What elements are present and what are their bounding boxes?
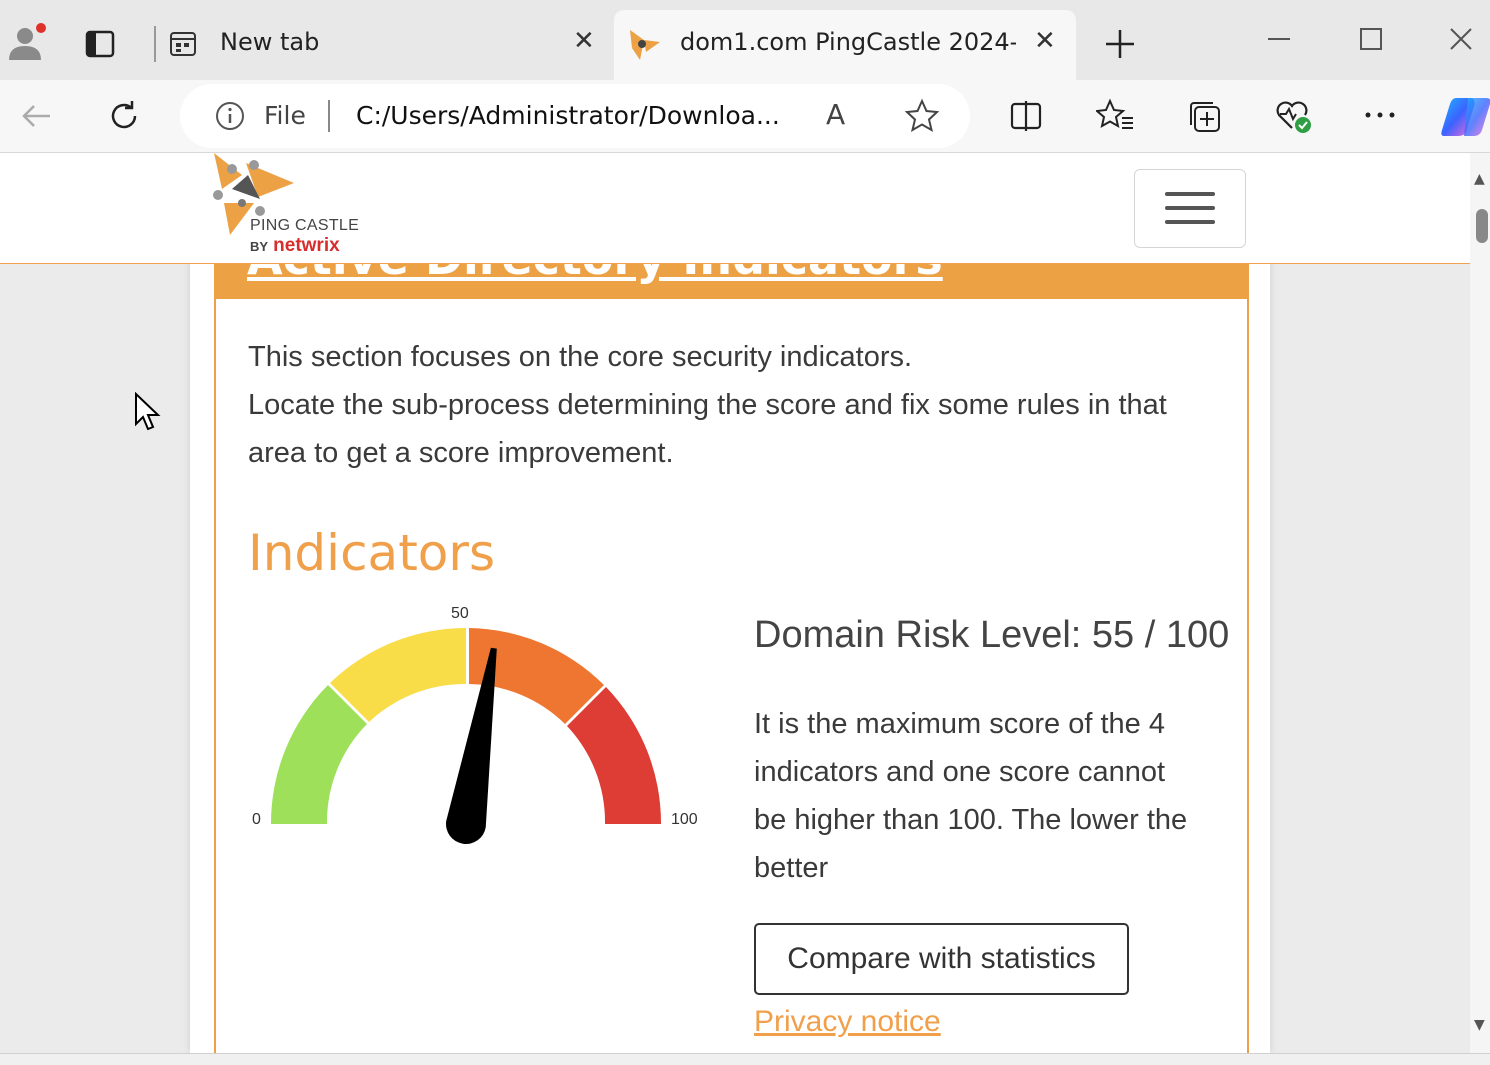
browser-essentials-icon[interactable] xyxy=(1274,96,1314,136)
page-scrollbar[interactable]: ▲ ▼ xyxy=(1470,153,1490,1053)
address-divider xyxy=(328,100,330,132)
section-lead-line: This section focuses on the core securit… xyxy=(248,341,913,373)
risk-gauge: 0 50 100 xyxy=(240,596,720,856)
section-lead-line: area to get a score improvement. xyxy=(248,437,674,469)
minimize-button[interactable] xyxy=(1264,24,1294,54)
logo-line2: BY netwrix xyxy=(250,235,340,257)
risk-description-line: indicators and one score cannot xyxy=(754,756,1166,788)
info-icon[interactable] xyxy=(214,100,246,132)
read-aloud-icon[interactable]: A xyxy=(826,98,845,131)
close-tab-icon[interactable]: ✕ xyxy=(1034,26,1056,56)
maximize-button[interactable] xyxy=(1356,24,1386,54)
address-bar[interactable]: File C:/Users/Administrator/Downloa... A xyxy=(180,84,970,148)
url-text[interactable]: C:/Users/Administrator/Downloa... xyxy=(356,101,786,130)
section-header: Active Directory Indicators xyxy=(214,263,1247,299)
new-tab-page-icon xyxy=(169,30,197,58)
tab-new-tab[interactable]: New tab ✕ xyxy=(157,10,612,78)
tab-strip: New tab ✕ dom1.com PingCastle 2024-10- ✕ xyxy=(0,0,1490,80)
close-icon xyxy=(1450,28,1472,50)
compare-with-statistics-button[interactable]: Compare with statistics xyxy=(754,923,1129,995)
tab-label: New tab xyxy=(220,28,320,56)
menu-toggle-button[interactable] xyxy=(1134,169,1246,248)
domain-risk-level: Domain Risk Level: 55 / 100 xyxy=(754,614,1230,656)
site-navbar: PING CASTLE BY netwrix xyxy=(0,153,1470,264)
indicators-heading: Indicators xyxy=(248,524,495,582)
close-window-button[interactable] xyxy=(1446,24,1476,54)
tab-pingcastle-report[interactable]: dom1.com PingCastle 2024-10- ✕ xyxy=(614,10,1076,80)
gauge-segment-green xyxy=(270,685,367,824)
risk-description-line: be higher than 100. The lower the xyxy=(754,804,1188,836)
scroll-down-icon[interactable]: ▼ xyxy=(1474,1017,1485,1033)
profile-avatar-icon[interactable] xyxy=(4,22,46,64)
scroll-up-icon[interactable]: ▲ xyxy=(1474,171,1485,187)
scrollbar-thumb[interactable] xyxy=(1476,209,1488,243)
copilot-icon[interactable] xyxy=(1440,94,1490,138)
more-options-icon[interactable] xyxy=(1362,100,1398,130)
refresh-button[interactable] xyxy=(106,98,142,134)
new-tab-button[interactable] xyxy=(1100,24,1140,64)
privacy-notice-link[interactable]: Privacy notice xyxy=(754,1005,941,1039)
tab-divider xyxy=(154,26,156,62)
mouse-cursor-icon xyxy=(134,391,162,434)
back-arrow-icon xyxy=(22,105,50,127)
logo-by: BY xyxy=(250,239,269,254)
pingcastle-logo[interactable]: PING CASTLE BY netwrix xyxy=(212,153,362,259)
logo-brand: netwrix xyxy=(273,235,340,256)
section-lead-line: Locate the sub-process determining the s… xyxy=(248,389,1167,421)
vertical-tabs-icon[interactable] xyxy=(84,28,116,60)
security-label: File xyxy=(264,101,306,130)
back-button[interactable] xyxy=(18,98,54,134)
minimize-icon xyxy=(1268,38,1290,40)
gauge-min-label: 0 xyxy=(252,811,261,828)
risk-description-line: It is the maximum score of the 4 xyxy=(754,708,1165,740)
favorite-star-icon[interactable] xyxy=(904,98,940,134)
gauge-mid-label: 50 xyxy=(451,605,469,622)
pingcastle-favicon-icon xyxy=(626,26,662,62)
tab-label: dom1.com PingCastle 2024-10- xyxy=(680,28,1016,56)
gauge-max-label: 100 xyxy=(671,811,698,828)
risk-description-line: better xyxy=(754,852,829,884)
maximize-icon xyxy=(1360,28,1382,50)
close-tab-icon[interactable]: ✕ xyxy=(573,26,595,56)
collections-icon[interactable] xyxy=(1186,98,1224,136)
split-screen-icon[interactable] xyxy=(1008,98,1044,134)
logo-line1: PING CASTLE xyxy=(250,217,360,234)
refresh-icon xyxy=(111,101,137,129)
status-bar xyxy=(0,1053,1490,1065)
favorites-icon[interactable] xyxy=(1094,98,1134,134)
section-header-title[interactable]: Active Directory Indicators xyxy=(247,263,943,285)
risk-description: It is the maximum score of the 4 indicat… xyxy=(754,700,1224,892)
plus-icon xyxy=(1106,30,1134,58)
